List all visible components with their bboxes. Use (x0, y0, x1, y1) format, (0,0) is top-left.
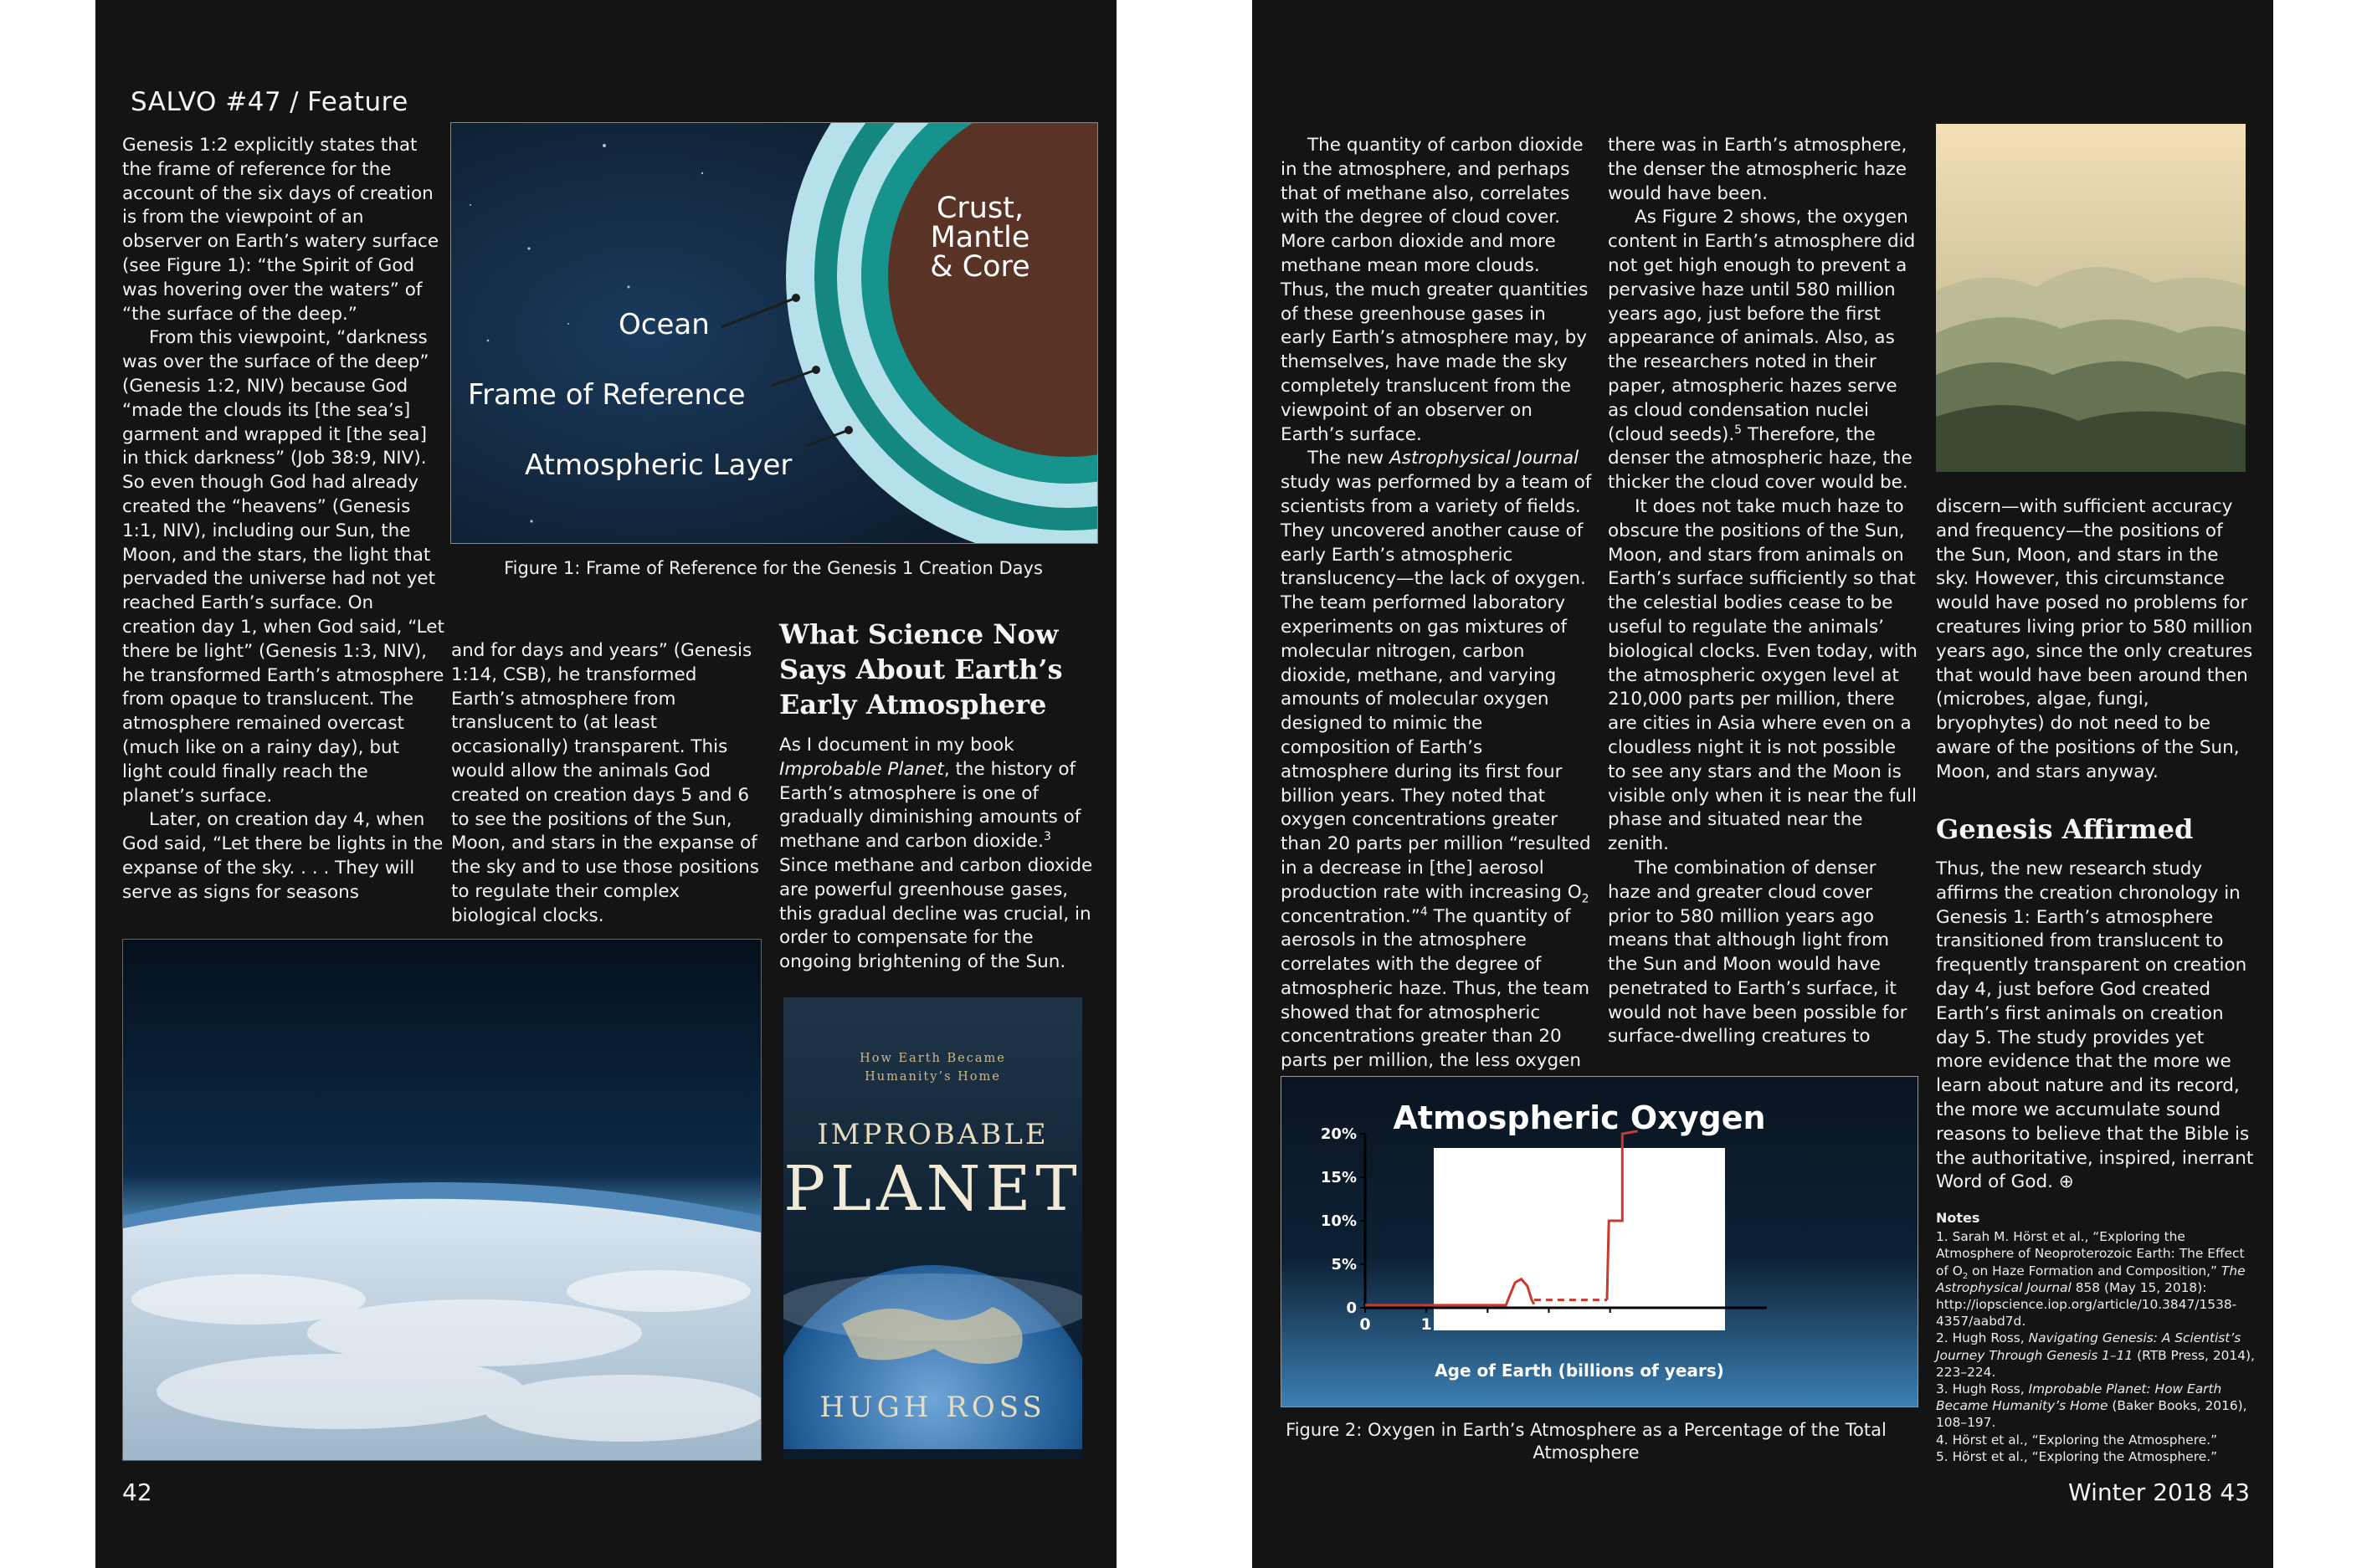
chart-plot-area (1434, 1148, 1725, 1330)
chart-x-axis-label: Age of Earth (billions of years) (1435, 1360, 1724, 1381)
section-heading: Genesis Affirmed (1936, 813, 2194, 845)
text-run: As Figure 2 shows, the oxygen content in… (1608, 207, 1916, 445)
notes-title: Notes (1936, 1210, 1980, 1226)
text-run: there was in Earth’s atmosphere, the den… (1608, 135, 1907, 204)
paragraph: The quantity of carbon dioxide in the at… (1281, 134, 1594, 447)
book-title-line1: IMPROBABLE (817, 1118, 1049, 1151)
y-tick-label: 5% (1331, 1256, 1357, 1273)
text-run: It does not take much haze to obscure th… (1608, 495, 1918, 855)
magazine-header: SALVO #47 /Feature (131, 87, 408, 117)
chart-title: Atmospheric Oxygen (1393, 1099, 1765, 1136)
page-footer: Winter 2018 43 (2068, 1478, 2250, 1506)
paragraph: The new Astrophysical Journal study was … (1281, 447, 1594, 1074)
body-column-1: The quantity of carbon dioxide in the at… (1281, 134, 1594, 1074)
paragraph: Thus, the new research study affirms the… (1936, 858, 2254, 1193)
x-tick-label: 1 (1421, 1315, 1432, 1334)
text-run: study was performed by a team of scienti… (1281, 472, 1592, 903)
paragraph: Later, on creation day 4, when God said,… (122, 809, 444, 903)
text-run: The quantity of carbon dioxide in the at… (1281, 135, 1589, 445)
body-column-1: Genesis 1:2 explicitly states that the f… (122, 134, 444, 905)
paragraph: As I document in my book Improbable Plan… (779, 734, 1106, 975)
text-run: The quantity of aerosols in the atmosphe… (1281, 905, 1590, 1072)
atmospheric-oxygen-chart: Atmospheric Oxygen 0 5% 10% 15% 20% 0 1 2 3 4 Age… (1281, 1077, 1918, 1407)
subscript: 2 (1581, 892, 1589, 905)
y-tick-label: 0 (1346, 1299, 1357, 1317)
paragraph: From this viewpoint, “darkness was over … (122, 327, 444, 807)
footnote-ref: 4 (1420, 904, 1428, 919)
page-number-left: 42 (122, 1478, 152, 1506)
earth-photo-art (123, 940, 761, 1460)
page-number-right: 43 (2220, 1478, 2251, 1506)
text-run: concentration.” (1281, 905, 1420, 927)
atmospheric-layer-label: Atmospheric Layer (525, 448, 792, 482)
footnote-ref: 3 (1044, 830, 1051, 844)
left-page: SALVO #47 /Feature Genesis 1:2 explicitly… (95, 0, 1117, 1568)
note-item: 4. Hörst et al., “Exploring the Atmosphe… (1936, 1432, 2258, 1448)
text-run: 3. Hugh Ross, (1936, 1381, 2029, 1397)
paragraph: It does not take much haze to obscure th… (1608, 495, 1918, 857)
misty-hills-art (1936, 124, 2246, 472)
earth-from-space-photo (122, 939, 762, 1461)
italic-text: Astrophysical Journal (1389, 448, 1579, 469)
x-tick-label: 3 (1543, 1315, 1554, 1334)
paragraph: and for days and years” (Genesis 1:14, C… (451, 640, 759, 926)
right-page: The quantity of carbon dioxide in the at… (1252, 0, 2273, 1568)
body-column-2: there was in Earth’s atmosphere, the den… (1608, 134, 1918, 1049)
x-tick-label: 4 (1604, 1315, 1615, 1334)
issue-number: #47 (225, 87, 282, 117)
text-run: on Haze Formation and Composition,” (1968, 1263, 2221, 1278)
core-label-line3: & Core (930, 250, 1029, 284)
text-run: Since methane and carbon dioxide are pow… (779, 854, 1093, 973)
section-paragraph: Thus, the new research study affirms the… (1936, 858, 2254, 1195)
paragraph: there was in Earth’s atmosphere, the den… (1608, 134, 1918, 206)
y-tick-label: 20% (1321, 1125, 1357, 1143)
frame-of-reference-label: Frame of Reference (468, 378, 746, 412)
body-column-3: discern—with sufficient accuracy and fre… (1936, 495, 2254, 785)
text-run: The new (1307, 448, 1390, 469)
book-title-line2: PLANET (783, 1153, 1082, 1225)
note-item: 2. Hugh Ross, Navigating Genesis: A Scie… (1936, 1330, 2258, 1381)
note-item: 5. Hörst et al., “Exploring the Atmosphe… (1936, 1448, 2258, 1465)
text-run: 5. Hörst et al., “Exploring the Atmosphe… (1936, 1448, 2218, 1464)
y-tick-label: 15% (1321, 1169, 1357, 1186)
x-tick-label: 2 (1482, 1315, 1493, 1334)
note-item: 1. Sarah M. Hörst et al., “Exploring the… (1936, 1228, 2258, 1330)
core-label-line1: Crust, (937, 192, 1024, 225)
brand-name: SALVO (131, 87, 217, 117)
book-author: HUGH ROSS (819, 1391, 1046, 1424)
frame-of-reference-diagram: Crust, Mantle & Core Ocean Frame of Refe… (451, 123, 1097, 543)
paragraph: The combination of denser haze and great… (1608, 857, 1918, 1049)
book-subtitle-line1: How Earth Became (860, 1052, 1006, 1065)
y-tick-label: 10% (1321, 1212, 1357, 1230)
italic-text: Improbable Planet (779, 758, 944, 780)
section-paragraph: As I document in my book Improbable Plan… (779, 734, 1106, 975)
book-subtitle-line2: Humanity’s Home (865, 1070, 1001, 1084)
text-run: 4. Hörst et al., “Exploring the Atmosphe… (1936, 1432, 2218, 1448)
note-item: 3. Hugh Ross, Improbable Planet: How Ear… (1936, 1381, 2258, 1432)
text-run: As I document in my book (779, 735, 1014, 756)
text-run: 2. Hugh Ross, (1936, 1330, 2029, 1346)
body-column-2: and for days and years” (Genesis 1:14, C… (451, 639, 765, 929)
core-label-line2: Mantle (931, 221, 1030, 254)
figure-1-diagram: Crust, Mantle & Core Ocean Frame of Refe… (450, 122, 1098, 544)
ocean-label: Ocean (619, 308, 710, 341)
header-separator: / (290, 87, 300, 117)
x-tick-label: 0 (1359, 1315, 1370, 1334)
figure-1-caption: Figure 1: Frame of Reference for the Gen… (504, 558, 1043, 578)
paragraph: Genesis 1:2 explicitly states that the f… (122, 135, 439, 325)
footnote-ref: 5 (1734, 423, 1743, 437)
issue-season: Winter 2018 (2068, 1478, 2213, 1506)
section-name: Feature (307, 87, 408, 117)
misty-hills-photo (1936, 124, 2246, 472)
notes-section: Notes 1. Sarah M. Hörst et al., “Explori… (1936, 1210, 2258, 1465)
book-cover-improbable-planet: How Earth Became Humanity’s Home IMPROBA… (783, 997, 1082, 1459)
text-run: The combination of denser haze and great… (1608, 857, 1907, 1048)
figure-2-chart: Atmospheric Oxygen 0 5% 10% 15% 20% 0 1 2 3 4 Age… (1281, 1076, 1918, 1407)
paragraph: As Figure 2 shows, the oxygen content in… (1608, 206, 1918, 495)
figure-2-caption: Figure 2: Oxygen in Earth’s Atmosphere a… (1286, 1420, 1887, 1463)
paragraph: discern—with sufficient accuracy and fre… (1936, 496, 2253, 782)
section-heading: What Science Now Says About Earth’s Earl… (779, 618, 1063, 720)
